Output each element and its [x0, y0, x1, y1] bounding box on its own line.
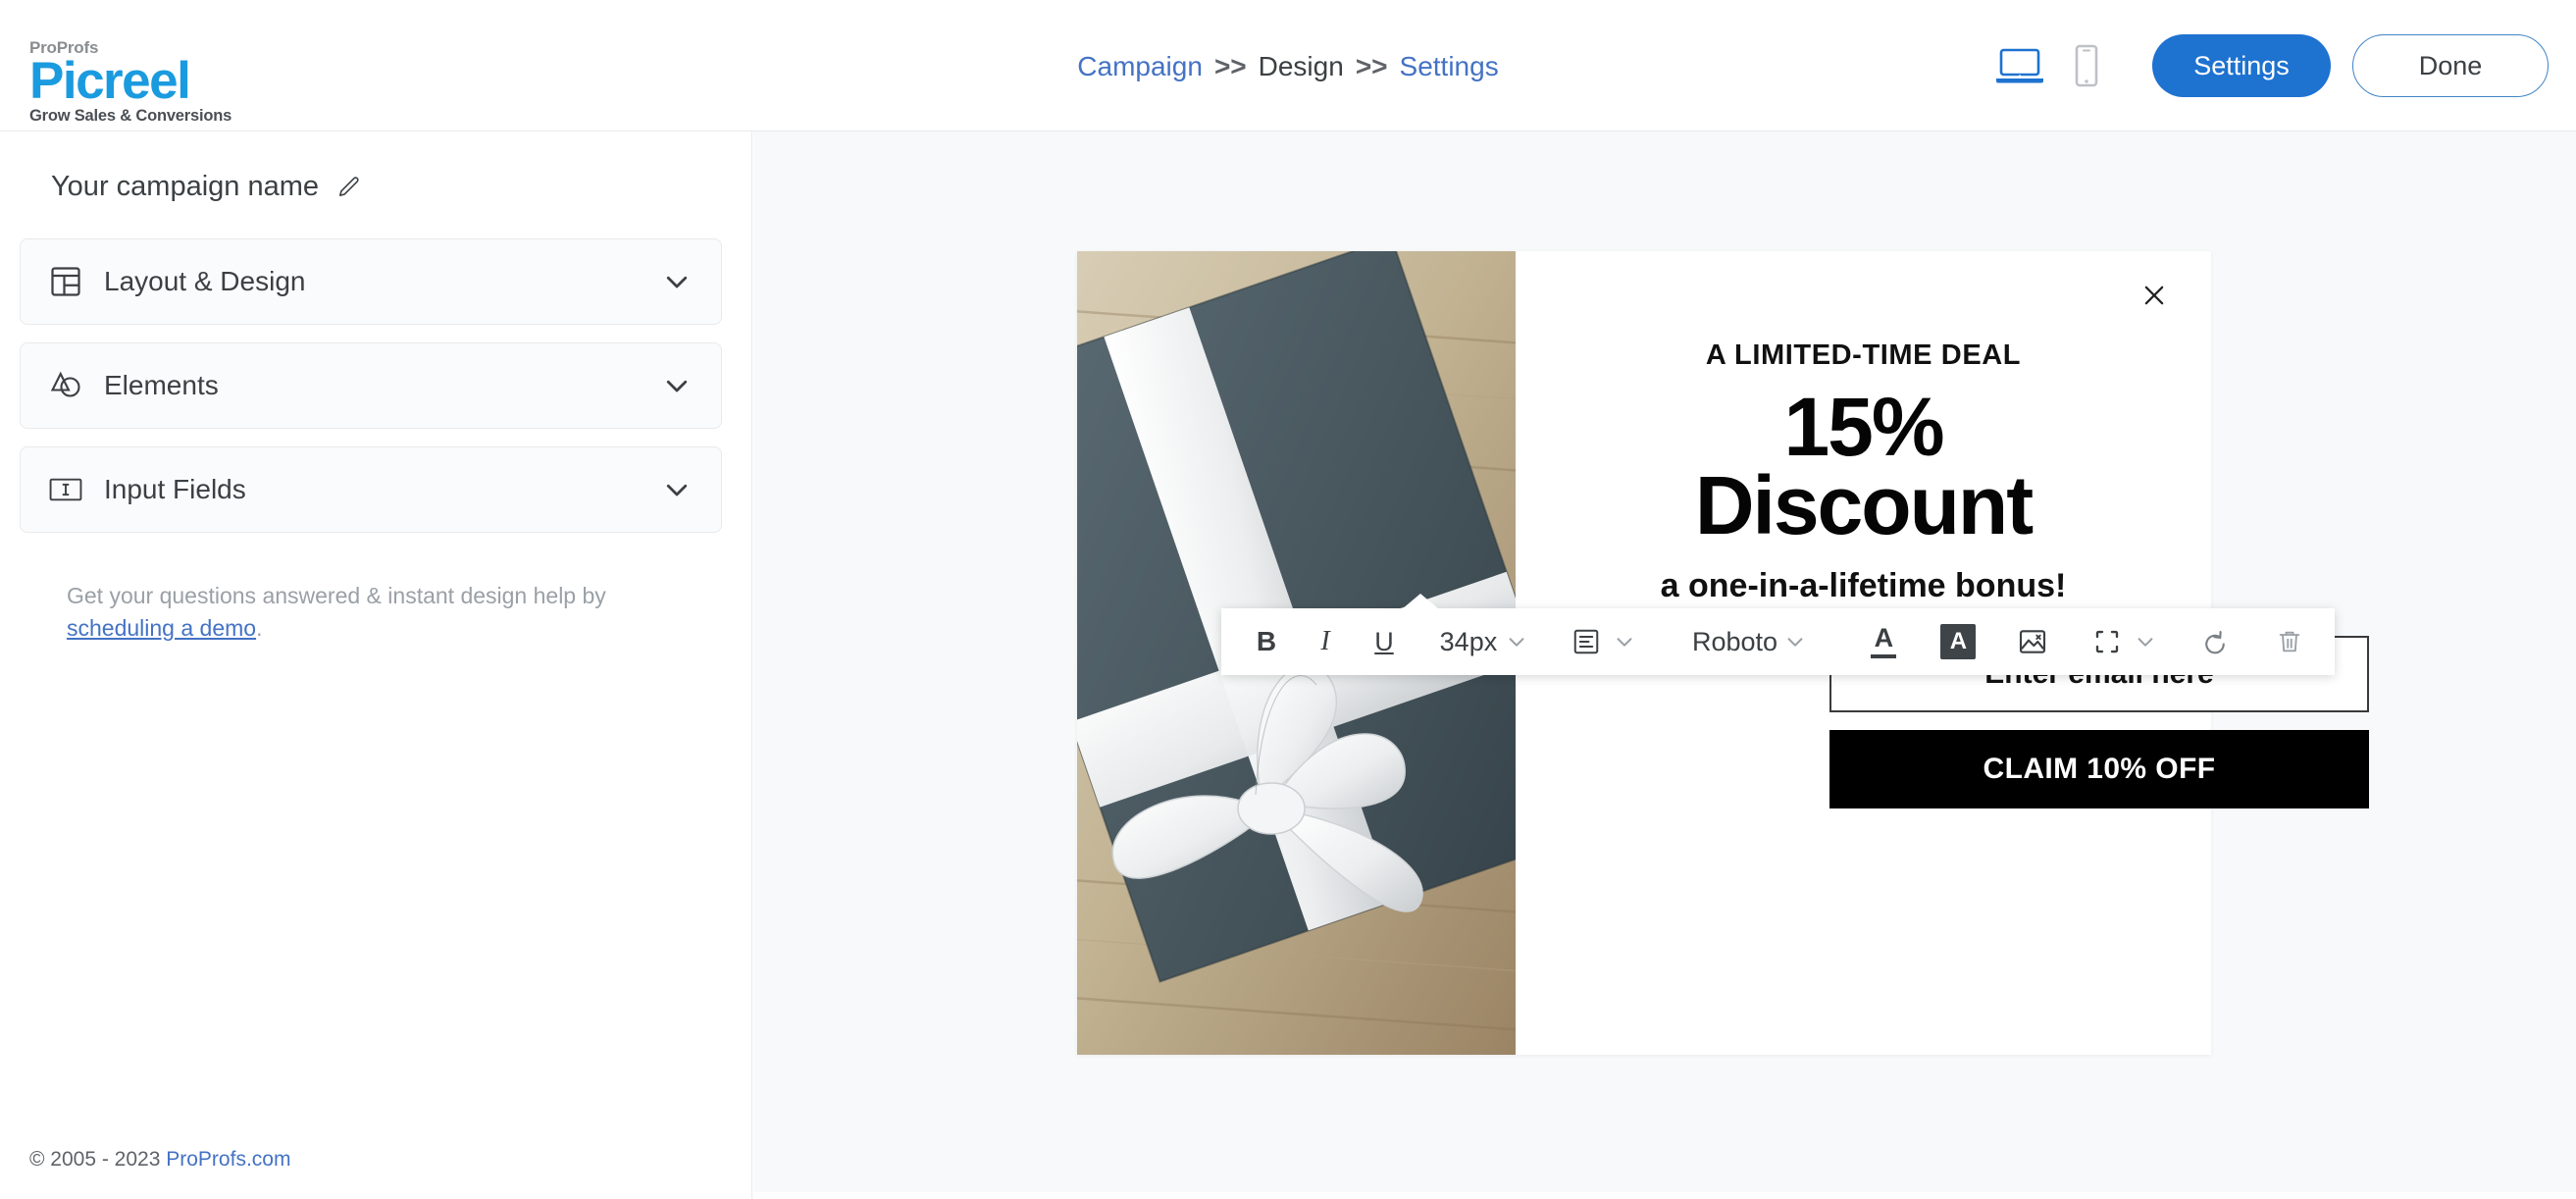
sidebar: Your campaign name Layout & Design Eleme… — [0, 131, 752, 1199]
align-chevron-down-icon[interactable] — [1608, 631, 1641, 652]
resize-frame-icon[interactable] — [2086, 617, 2129, 666]
sidebar-item-label: Elements — [104, 370, 219, 400]
help-text-suffix: . — [256, 615, 263, 642]
text-input-icon — [45, 469, 86, 510]
sidebar-item-layout-design[interactable]: Layout & Design — [20, 238, 722, 325]
underline-button[interactable]: U — [1363, 617, 1406, 666]
font-family-chevron-down-icon[interactable] — [1778, 631, 1812, 652]
sidebar-item-elements[interactable]: Elements — [20, 342, 722, 429]
popup-headline-line-2: Discount — [1694, 458, 2034, 551]
chevron-down-icon[interactable] — [662, 267, 692, 296]
settings-button[interactable]: Settings — [2152, 34, 2331, 97]
help-text: Get your questions answered & instant de… — [0, 580, 751, 646]
breadcrumb-item-campaign[interactable]: Campaign — [1077, 51, 1203, 81]
sidebar-item-input-fields[interactable]: Input Fields — [20, 446, 722, 533]
breadcrumb-separator-2: >> — [1355, 51, 1388, 81]
background-color-swatch: A — [1940, 624, 1977, 659]
footer-copyright: © 2005 - 2023 ProProfs.com — [29, 1148, 290, 1172]
background-color-icon[interactable]: A — [1936, 617, 1980, 666]
close-icon[interactable] — [2135, 276, 2174, 315]
design-canvas: A LIMITED-TIME DEAL 15% Discount a one-i… — [753, 131, 2576, 1192]
claim-offer-button[interactable]: CLAIM 10% OFF — [1829, 730, 2369, 808]
top-bar-actions: Settings Done — [1989, 0, 2549, 131]
font-size-value[interactable]: 34px — [1437, 617, 1500, 666]
sidebar-panel-list: Layout & Design Elements Input Fields — [0, 238, 751, 533]
text-color-bar — [1871, 654, 1897, 658]
campaign-name-label: Your campaign name — [51, 171, 319, 202]
sidebar-item-label: Layout & Design — [104, 266, 306, 296]
layout-grid-icon — [45, 261, 86, 302]
text-color-letter: A — [1874, 623, 1894, 652]
text-editor-toolbar: B I U 34px Roboto A A — [1221, 594, 2335, 675]
mobile-icon[interactable] — [2056, 35, 2117, 96]
insert-image-icon[interactable] — [2011, 617, 2054, 666]
italic-button[interactable]: I — [1304, 617, 1347, 666]
chevron-down-icon[interactable] — [662, 475, 692, 504]
popup-eyebrow[interactable]: A LIMITED-TIME DEAL — [1516, 339, 2211, 372]
trash-icon[interactable] — [2268, 617, 2311, 666]
font-family-value[interactable]: Roboto — [1691, 617, 1778, 666]
help-text-body: Get your questions answered & instant de… — [67, 583, 606, 608]
bold-button[interactable]: B — [1245, 617, 1288, 666]
popup-headline[interactable]: 15% Discount — [1516, 381, 2211, 551]
campaign-name-row: Your campaign name — [0, 131, 751, 203]
schedule-demo-link[interactable]: scheduling a demo — [67, 615, 256, 641]
font-size-chevron-down-icon[interactable] — [1500, 631, 1533, 652]
popup-headline-line-1: 15% — [1783, 381, 1944, 473]
proprofs-link[interactable]: ProProfs.com — [166, 1148, 290, 1171]
popup-subtext[interactable]: a one-in-a-lifetime bonus! — [1516, 565, 2211, 608]
sidebar-item-label: Input Fields — [104, 474, 246, 504]
top-bar: ProProfs Picreel Grow Sales & Conversion… — [0, 0, 2576, 131]
done-button[interactable]: Done — [2352, 34, 2549, 97]
laptop-icon[interactable] — [1989, 35, 2050, 96]
undo-icon[interactable] — [2193, 617, 2237, 666]
resize-chevron-down-icon[interactable] — [2129, 631, 2162, 652]
pencil-icon[interactable] — [336, 175, 362, 200]
chevron-down-icon[interactable] — [662, 371, 692, 400]
breadcrumb-separator-1: >> — [1213, 51, 1247, 81]
breadcrumb-item-settings[interactable]: Settings — [1400, 51, 1499, 81]
text-align-icon[interactable] — [1565, 617, 1608, 666]
breadcrumb-item-design[interactable]: Design — [1259, 51, 1344, 81]
copyright-text: © 2005 - 2023 — [29, 1148, 167, 1171]
shapes-icon — [45, 365, 86, 406]
text-color-icon[interactable]: A — [1862, 617, 1905, 666]
logo-tagline: Grow Sales & Conversions — [29, 107, 232, 126]
text-color-glyph: A — [1871, 623, 1897, 658]
